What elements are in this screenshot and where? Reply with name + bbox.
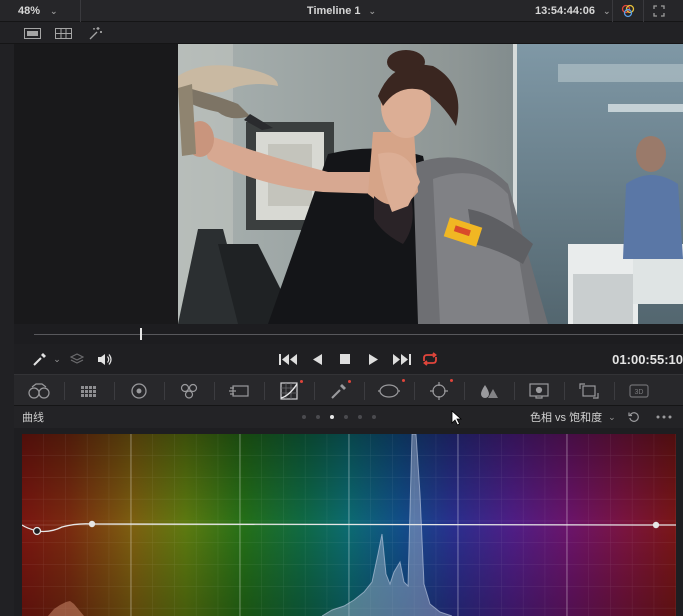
stop-icon[interactable]	[337, 351, 353, 367]
timeline-name: Timeline 1	[306, 5, 361, 17]
active-indicator	[450, 379, 453, 382]
magic-wand-icon[interactable]	[85, 25, 105, 41]
divider	[643, 0, 644, 22]
curve-mode-label: 色相 vs 饱和度	[530, 412, 603, 424]
active-indicator	[300, 380, 303, 383]
source-timecode[interactable]: 13:54:44:06 ⌄	[535, 0, 610, 22]
hue-vs-sat-graph[interactable]	[21, 433, 676, 616]
left-panel-edge	[0, 44, 14, 616]
curve-control-point[interactable]	[32, 526, 42, 536]
window-icon[interactable]	[364, 375, 414, 407]
divider	[612, 0, 613, 22]
svg-text:3D: 3D	[635, 389, 644, 396]
sizing-icon[interactable]	[564, 375, 614, 407]
active-indicator	[348, 380, 351, 383]
eyedropper-icon[interactable]	[32, 351, 48, 367]
fullscreen-icon[interactable]	[651, 3, 667, 19]
motion-effects-icon[interactable]	[214, 375, 264, 407]
layers-icon[interactable]	[69, 351, 85, 367]
curves-title: 曲线	[22, 412, 44, 424]
divider	[80, 0, 81, 22]
skip-to-end-icon[interactable]	[392, 351, 412, 367]
curve-control-point[interactable]	[652, 521, 660, 529]
chevron-down-icon[interactable]: ⌄	[52, 352, 62, 366]
playhead[interactable]	[140, 328, 142, 340]
transport-bar: ⌄ 01:00:55:10	[14, 344, 683, 374]
more-options-icon[interactable]	[654, 410, 674, 424]
curves-panel	[14, 428, 683, 616]
page-dot[interactable]	[358, 415, 362, 419]
curves-header: 曲线 色相 vs 饱和度 ⌄	[14, 406, 683, 428]
loop-icon[interactable]	[420, 350, 440, 368]
curve-control-point[interactable]	[88, 520, 96, 528]
chevron-down-icon: ⌄	[608, 411, 616, 422]
color-match-icon[interactable]	[64, 375, 114, 407]
color-tools-bar: 3D	[14, 374, 683, 406]
page-dot-active[interactable]	[330, 415, 334, 419]
timeline-scrubber[interactable]	[14, 324, 683, 344]
chevron-down-icon: ⌄	[50, 5, 58, 16]
chevron-down-icon: ⌄	[602, 5, 611, 16]
camera-raw-icon[interactable]	[14, 375, 64, 407]
tracker-icon[interactable]	[414, 375, 464, 407]
reset-icon[interactable]	[627, 410, 641, 424]
key-icon[interactable]	[514, 375, 564, 407]
page-dot[interactable]	[344, 415, 348, 419]
timecode-value: 13:54:44:06	[535, 5, 595, 17]
page-dot[interactable]	[316, 415, 320, 419]
3d-icon[interactable]: 3D	[614, 375, 664, 407]
active-indicator	[402, 379, 405, 382]
viewer-options-bar	[0, 22, 683, 44]
rgb-mixer-icon[interactable]	[164, 375, 214, 407]
single-viewer-icon[interactable]	[22, 25, 42, 41]
record-timecode: 01:00:55:10	[612, 351, 683, 367]
page-dot[interactable]	[372, 415, 376, 419]
viewer-header: 48% ⌄ Timeline 1 ⌄ 13:54:44:06 ⌄	[0, 0, 683, 22]
qualifier-icon[interactable]	[314, 375, 364, 407]
zoom-level: 48%	[18, 5, 41, 17]
color-scopes-icon[interactable]	[620, 3, 636, 19]
video-frame[interactable]	[178, 44, 683, 324]
page-indicator[interactable]	[302, 415, 376, 419]
page-dot[interactable]	[302, 415, 306, 419]
curves-icon[interactable]	[264, 375, 314, 407]
play-icon[interactable]	[365, 351, 381, 367]
blur-icon[interactable]	[464, 375, 514, 407]
chevron-down-icon: ⌄	[368, 5, 377, 16]
speaker-icon[interactable]	[96, 351, 114, 367]
play-reverse-icon[interactable]	[309, 351, 325, 367]
color-wheels-icon[interactable]	[114, 375, 164, 407]
mouse-cursor-icon	[449, 409, 463, 427]
grid-viewer-icon[interactable]	[53, 25, 73, 41]
skip-to-start-icon[interactable]	[278, 351, 298, 367]
curve-mode-dropdown[interactable]: 色相 vs 饱和度 ⌄	[530, 406, 616, 428]
scrubber-track	[34, 334, 683, 335]
zoom-dropdown[interactable]: 48% ⌄	[18, 0, 58, 22]
